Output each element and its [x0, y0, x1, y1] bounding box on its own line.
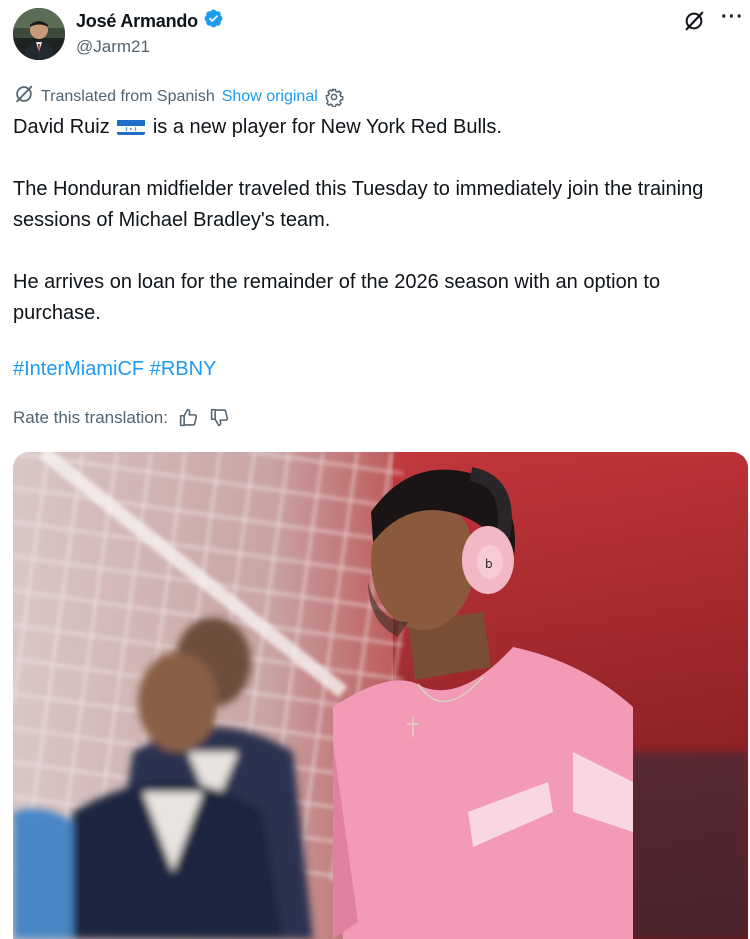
- name-row: José Armando: [76, 9, 224, 33]
- tweet-paragraph-2: The Honduran midfielder traveled this Tu…: [13, 178, 704, 231]
- tweet-paragraph-1: David Ruiz is a new player for New York …: [13, 112, 738, 143]
- thumbs-up-icon[interactable]: [178, 407, 199, 428]
- tweet-text: David Ruiz is a new player for New York …: [13, 112, 738, 329]
- more-options-button[interactable]: ···: [721, 7, 744, 27]
- hashtag-rbny[interactable]: #RBNY: [150, 358, 217, 380]
- new-player-text: is a new player for New York Red Bulls.: [152, 116, 502, 138]
- thumbs-down-icon[interactable]: [209, 407, 230, 428]
- svg-text:b: b: [485, 557, 493, 571]
- display-name[interactable]: José Armando: [76, 11, 198, 32]
- translate-icon: [13, 83, 35, 110]
- translated-from-label: Translated from Spanish: [41, 87, 215, 105]
- avatar-image: [13, 8, 65, 60]
- hashtags: #InterMiamiCF #RBNY: [13, 358, 216, 381]
- top-actions: ···: [683, 7, 744, 32]
- avatar[interactable]: [13, 8, 65, 60]
- honduras-flag-icon: [117, 117, 146, 135]
- grok-icon[interactable]: [683, 10, 705, 32]
- verified-badge-icon: [203, 8, 224, 34]
- author-info: José Armando @Jarm21: [76, 9, 224, 57]
- tweet: José Armando @Jarm21 ··· Translated from…: [0, 0, 750, 939]
- player-photo-image: b: [13, 452, 748, 939]
- rate-translation-label: Rate this translation:: [13, 407, 168, 427]
- handle[interactable]: @Jarm21: [76, 37, 224, 57]
- tweet-paragraph-3: He arrives on loan for the remainder of …: [13, 271, 661, 324]
- translation-notice: Translated from Spanish Show original: [13, 83, 344, 110]
- tweet-photo[interactable]: b: [13, 452, 748, 939]
- gear-icon[interactable]: [324, 87, 344, 107]
- rate-translation: Rate this translation:: [13, 407, 230, 428]
- show-original-link[interactable]: Show original: [222, 88, 318, 106]
- hashtag-intermiamicf[interactable]: #InterMiamiCF: [13, 358, 144, 380]
- player-name-text: David Ruiz: [13, 116, 110, 138]
